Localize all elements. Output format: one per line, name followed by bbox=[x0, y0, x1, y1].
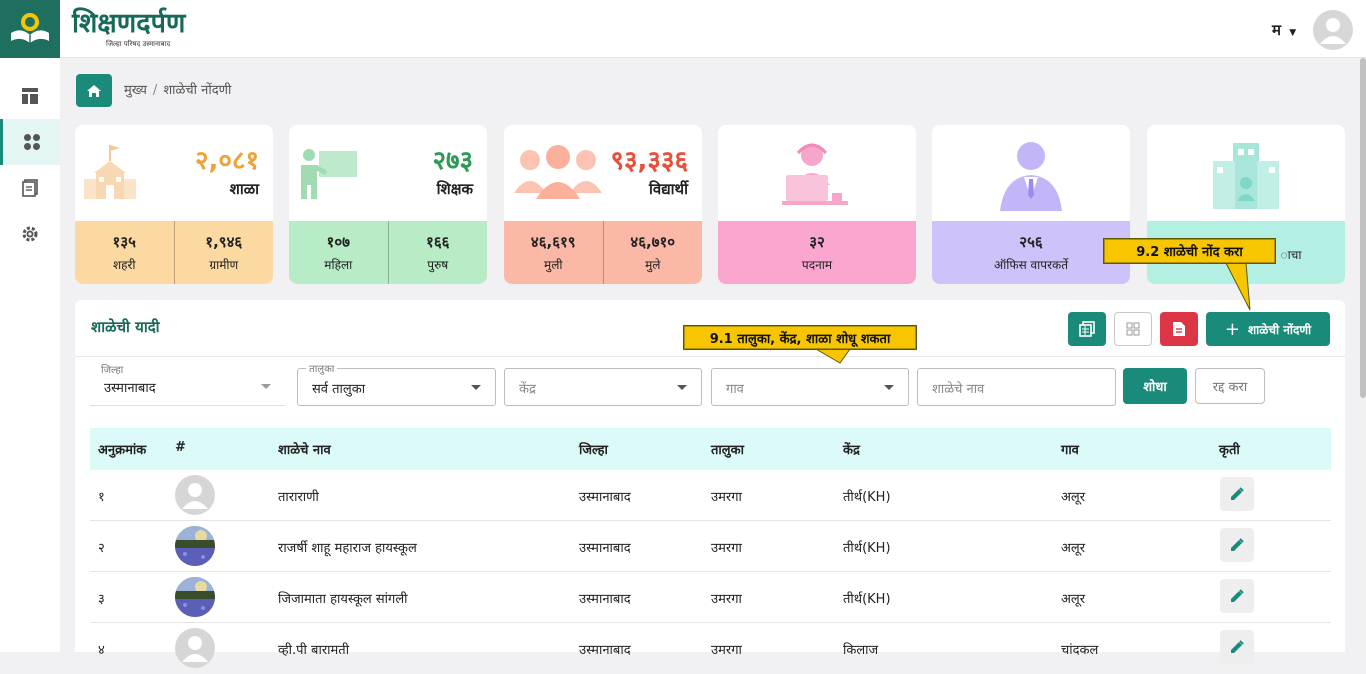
register-hint-callout: 9.2 शाळेची नोंद करा bbox=[1103, 238, 1276, 264]
search-hint-callout: 9.1 तालुका, केंद्र, शाळा शोधू शकता bbox=[683, 325, 917, 350]
